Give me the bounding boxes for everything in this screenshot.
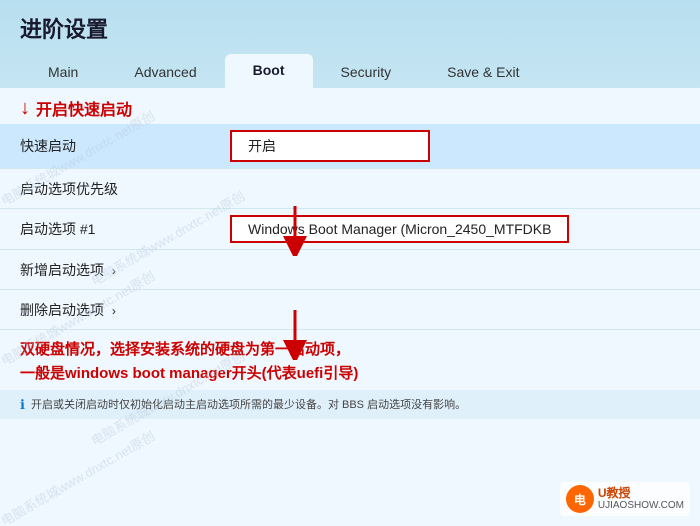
tab-bar: Main Advanced Boot Security Save & Exit [20, 54, 680, 88]
info-icon: ℹ [20, 397, 25, 413]
annotation-bottom-area: 双硬盘情况，选择安装系统的硬盘为第一启动项， 一般是windows boot m… [0, 330, 700, 390]
boot-option-1-value: Windows Boot Manager (Micron_2450_MTFDKB [220, 209, 700, 249]
boot-priority-label: 启动选项优先级 [0, 171, 220, 207]
footer-note: ℹ 开启或关闭启动时仅初始化启动主启动选项所需的最少设备。对 BBS 启动选项没… [0, 390, 700, 419]
fast-boot-label: 快速启动 [0, 128, 220, 164]
tab-security[interactable]: Security [313, 56, 420, 88]
boot-option-1-value-box[interactable]: Windows Boot Manager (Micron_2450_MTFDKB [230, 215, 569, 243]
delete-boot-option-row[interactable]: 删除启动选项 › [0, 290, 700, 330]
boot-priority-row[interactable]: 启动选项优先级 [0, 169, 700, 209]
annotation-bottom-line2: 一般是windows boot manager开头(代表uefi引导) [20, 362, 680, 386]
annotation-top-label: 开启快速启动 [36, 96, 132, 120]
delete-boot-chevron-icon: › [112, 304, 116, 318]
add-boot-label: 新增启动选项 › [0, 252, 220, 288]
add-boot-option-row[interactable]: 新增启动选项 › [0, 250, 700, 290]
delete-boot-label: 删除启动选项 › [0, 292, 220, 328]
tab-save-exit[interactable]: Save & Exit [419, 56, 547, 88]
fast-boot-value-box[interactable]: 开启 [230, 130, 430, 162]
bios-content: 电脑系统城www.dnxtc.net原创 电脑系统城www.dnxtc.net原… [0, 88, 700, 526]
page-title: 进阶设置 [20, 12, 680, 44]
annotation-bottom-text: 双硬盘情况，选择安装系统的硬盘为第一启动项， 一般是windows boot m… [20, 338, 680, 386]
bios-window: 进阶设置 Main Advanced Boot Security Save & … [0, 0, 700, 526]
annotation-arrow-top-icon: ↓ [20, 97, 30, 120]
annotation-top-area: ↓ 开启快速启动 [0, 88, 700, 124]
fast-boot-value: 开启 [220, 124, 700, 168]
tab-main[interactable]: Main [20, 56, 106, 88]
bios-header: 进阶设置 Main Advanced Boot Security Save & … [0, 0, 700, 88]
logo-area: 电 U教授 UJIAOSHOW.COM [560, 482, 690, 516]
settings-table: 快速启动 开启 启动选项优先级 启动选项 #1 Windows Boot Man… [0, 124, 700, 330]
logo-main-text: U教授 [598, 486, 684, 500]
logo-text: U教授 UJIAOSHOW.COM [598, 486, 684, 512]
logo-icon: 电 [566, 485, 594, 513]
tab-advanced[interactable]: Advanced [106, 56, 224, 88]
footer-note-text: 开启或关闭启动时仅初始化启动主启动选项所需的最少设备。对 BBS 启动选项没有影… [31, 396, 466, 412]
boot-priority-value [220, 183, 700, 195]
annotation-top-text: ↓ 开启快速启动 [20, 96, 680, 120]
fast-boot-row[interactable]: 快速启动 开启 [0, 124, 700, 169]
boot-option-1-label: 启动选项 #1 [0, 211, 220, 247]
annotation-bottom-line1: 双硬盘情况，选择安装系统的硬盘为第一启动项， [20, 338, 680, 362]
logo-icon-char: 电 [574, 491, 586, 508]
boot-option-1-row[interactable]: 启动选项 #1 Windows Boot Manager (Micron_245… [0, 209, 700, 250]
tab-boot[interactable]: Boot [225, 54, 313, 88]
logo-sub-text: UJIAOSHOW.COM [598, 500, 684, 512]
add-boot-chevron-icon: › [112, 264, 116, 278]
